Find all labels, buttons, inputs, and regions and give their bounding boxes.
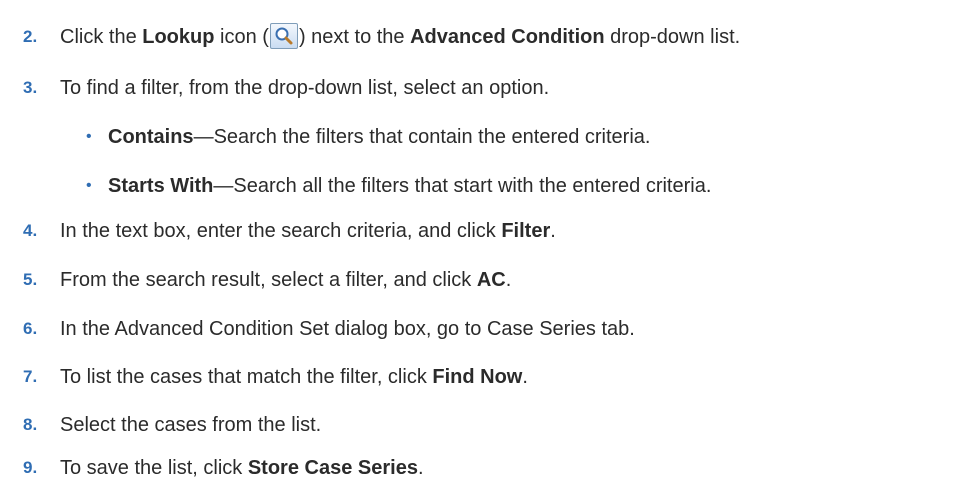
lookup-magnifier-icon [269,23,298,49]
step-text: In the Advanced Condition Set dialog box… [60,318,635,340]
step-text: Select the cases from the list. [60,414,322,436]
step-text: To save the list, click Store Case Serie… [60,457,424,479]
step-number: 5. [23,270,38,289]
filter-term: Filter [501,220,551,242]
step-number: 6. [23,319,38,338]
option-text: Starts With—Search all the filters that … [108,175,712,197]
step-number: 4. [23,221,38,240]
step-number: 7. [23,367,38,386]
step-number: 3. [23,78,38,97]
step-number: 2. [23,27,38,46]
step-text: To list the cases that match the filter,… [60,366,528,388]
ac-term: AC [476,269,506,291]
store-case-series-term: Store Case Series [247,457,418,479]
step-text: To find a filter, from the drop-down lis… [60,77,550,99]
step-text: Click the Lookup icon () next to the Adv… [60,22,740,52]
step-number: 9. [23,458,38,477]
procedure-steps: 2. Click the Lookup icon () next to the … [0,0,977,483]
bullet-icon: • [86,177,92,194]
bullet-icon: • [86,128,92,145]
advanced-condition-term: Advanced Condition [410,26,605,48]
find-now-term: Find Now [432,366,523,388]
step-text: In the text box, enter the search criter… [60,220,556,242]
option-text: Contains—Search the filters that contain… [108,126,651,148]
option-term: Contains [108,126,194,148]
step-text: From the search result, select a filter,… [60,269,512,291]
step-number: 8. [23,415,38,434]
option-term: Starts With [108,175,214,197]
lookup-term: Lookup [142,26,215,48]
